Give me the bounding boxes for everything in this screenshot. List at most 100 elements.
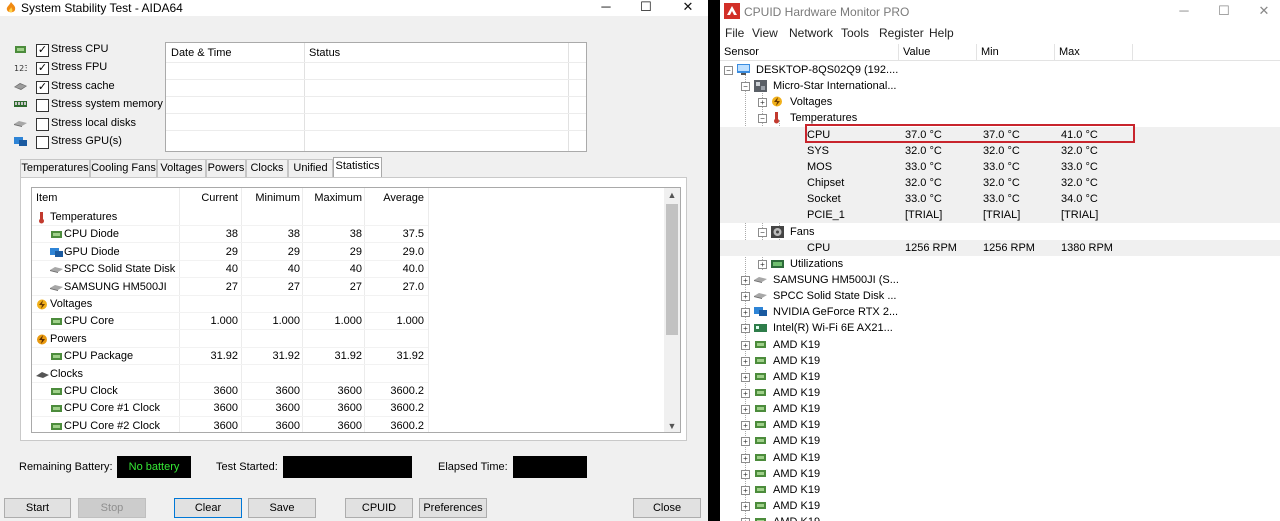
- sensor-tree-node[interactable]: +AMD K19: [720, 385, 1280, 401]
- statistics-row[interactable]: CPU Core 1.000 1.000 1.000 1.000: [32, 313, 428, 331]
- tab-unified[interactable]: Unified: [288, 159, 333, 177]
- menu-tools[interactable]: Tools: [841, 26, 869, 40]
- expand-icon[interactable]: +: [741, 372, 750, 382]
- sensor-tree-node[interactable]: +AMD K19: [720, 482, 1280, 498]
- sensor-tree-node[interactable]: +AMD K19: [720, 417, 1280, 433]
- expand-icon[interactable]: +: [741, 340, 750, 350]
- statistics-row[interactable]: SAMSUNG HM500JI 27 27 27 27.0: [32, 279, 428, 296]
- close-window-button[interactable]: ✕: [678, 0, 698, 16]
- sensor-tree-node[interactable]: + SPCC Solid State Disk ...: [720, 288, 1280, 304]
- cpuid-close-button[interactable]: ✕: [1254, 3, 1274, 19]
- sensor-reading-row[interactable]: Chipset 32.0 °C 32.0 °C 32.0 °C: [720, 175, 1280, 192]
- preferences-button[interactable]: Preferences: [419, 498, 487, 518]
- tab-clocks[interactable]: Clocks: [246, 159, 288, 177]
- sensor-reading-row[interactable]: MOS 33.0 °C 33.0 °C 33.0 °C: [720, 158, 1280, 175]
- item-column-header[interactable]: Item: [36, 192, 57, 204]
- sensor-reading-row[interactable]: Socket 33.0 °C 33.0 °C 34.0 °C: [720, 191, 1280, 208]
- status-header[interactable]: Status: [309, 47, 340, 59]
- close-button[interactable]: Close: [633, 498, 701, 518]
- sensor-tree-node[interactable]: +AMD K19: [720, 337, 1280, 353]
- expand-icon[interactable]: +: [741, 324, 750, 334]
- stop-button[interactable]: Stop: [78, 498, 146, 518]
- tab-temperatures[interactable]: Temperatures: [20, 159, 90, 177]
- statistics-row[interactable]: CPU Diode 38 38 38 37.5: [32, 226, 428, 244]
- collapse-icon[interactable]: −: [758, 114, 767, 124]
- sensor-reading-row[interactable]: CPU 1256 RPM 1256 RPM 1380 RPM: [720, 239, 1280, 256]
- maximum-column-header[interactable]: Maximum: [305, 192, 362, 204]
- collapse-icon[interactable]: −: [741, 82, 750, 92]
- scroll-down-arrow-icon[interactable]: ▼: [664, 421, 680, 431]
- expand-icon[interactable]: +: [741, 421, 750, 431]
- menu-register[interactable]: Register: [879, 26, 924, 40]
- collapse-icon[interactable]: −: [724, 66, 733, 75]
- statistics-group-row[interactable]: Powers: [32, 331, 428, 348]
- expand-icon[interactable]: +: [741, 405, 750, 415]
- expand-icon[interactable]: +: [758, 259, 767, 269]
- menu-view[interactable]: View: [752, 26, 778, 40]
- statistics-row[interactable]: CPU Package 31.92 31.92 31.92 31.92: [32, 348, 428, 366]
- statistics-group-row[interactable]: Voltages: [32, 296, 428, 313]
- sensor-tree-node[interactable]: +AMD K19: [720, 466, 1280, 482]
- sensor-tree-node[interactable]: +AMD K19: [720, 450, 1280, 466]
- statistics-group-row[interactable]: Clocks: [32, 366, 428, 383]
- sensor-tree-node[interactable]: − Fans: [720, 224, 1280, 240]
- save-button[interactable]: Save: [248, 498, 316, 518]
- sensor-tree-node[interactable]: +AMD K19: [720, 353, 1280, 369]
- tab-powers[interactable]: Powers: [206, 159, 246, 177]
- stress-checkbox[interactable]: [36, 99, 49, 112]
- clear-button[interactable]: Clear: [174, 498, 242, 518]
- expand-icon[interactable]: +: [741, 485, 750, 495]
- expand-icon[interactable]: +: [741, 292, 750, 302]
- expand-icon[interactable]: +: [741, 389, 750, 398]
- sensor-tree-node[interactable]: +AMD K19: [720, 401, 1280, 417]
- maximize-button[interactable]: ☐: [636, 0, 656, 16]
- stress-checkbox[interactable]: ✓: [36, 81, 49, 94]
- min-column-header[interactable]: Min: [977, 44, 1055, 61]
- cpuid-minimize-button[interactable]: ─: [1174, 3, 1194, 18]
- tab-cooling-fans[interactable]: Cooling Fans: [90, 159, 157, 177]
- minimum-column-header[interactable]: Minimum: [244, 192, 300, 204]
- tab-voltages[interactable]: Voltages: [157, 159, 206, 177]
- current-column-header[interactable]: Current: [182, 192, 238, 204]
- statistics-row[interactable]: CPU Core #2 Clock 3600 3600 3600 3600.2: [32, 418, 428, 432]
- stress-checkbox[interactable]: ✓: [36, 44, 49, 57]
- sensor-tree-node[interactable]: + Intel(R) Wi-Fi 6E AX21...: [720, 320, 1280, 336]
- scroll-thumb[interactable]: [666, 204, 678, 335]
- minimize-button[interactable]: ─: [596, 0, 616, 16]
- expand-icon[interactable]: +: [741, 275, 750, 285]
- expand-icon[interactable]: +: [741, 437, 750, 447]
- statistics-row[interactable]: SPCC Solid State Disk 40 40 40 40.0: [32, 261, 428, 279]
- stress-checkbox[interactable]: ✓: [36, 62, 49, 75]
- expand-icon[interactable]: +: [741, 453, 750, 463]
- expand-icon[interactable]: +: [741, 502, 750, 512]
- average-column-header[interactable]: Average: [366, 192, 424, 204]
- menu-help[interactable]: Help: [929, 26, 954, 40]
- max-column-header[interactable]: Max: [1055, 44, 1133, 61]
- sensor-column-header[interactable]: Sensor: [720, 44, 899, 61]
- sensor-reading-row[interactable]: SYS 32.0 °C 32.0 °C 32.0 °C: [720, 142, 1280, 159]
- sensor-tree-node[interactable]: +AMD K19: [720, 498, 1280, 514]
- cpuid-button[interactable]: CPUID: [345, 498, 413, 518]
- statistics-row[interactable]: CPU Clock 3600 3600 3600 3600.2: [32, 383, 428, 400]
- sensor-tree-node[interactable]: + NVIDIA GeForce RTX 2...: [720, 304, 1280, 320]
- cpuid-maximize-button[interactable]: ☐: [1214, 3, 1234, 19]
- scroll-up-arrow-icon[interactable]: ▲: [664, 190, 680, 200]
- expand-icon[interactable]: +: [758, 98, 767, 108]
- statistics-row[interactable]: CPU Core #1 Clock 3600 3600 3600 3600.2: [32, 400, 428, 418]
- sensor-reading-row[interactable]: PCIE_1 [TRIAL] [TRIAL] [TRIAL]: [720, 207, 1280, 224]
- statistics-row[interactable]: GPU Diode 29 29 29 29.0: [32, 244, 428, 261]
- statistics-group-row[interactable]: Temperatures: [32, 209, 428, 226]
- stress-checkbox[interactable]: [36, 118, 49, 131]
- menu-network[interactable]: Network: [789, 26, 833, 40]
- expand-icon[interactable]: +: [741, 308, 750, 318]
- sensor-tree-node[interactable]: − DESKTOP-8QS02Q9 (192....: [720, 62, 1280, 78]
- sensor-tree-node[interactable]: − Micro-Star International...: [720, 78, 1280, 94]
- expand-icon[interactable]: +: [741, 469, 750, 479]
- collapse-icon[interactable]: −: [758, 227, 767, 237]
- date-time-header[interactable]: Date & Time: [171, 47, 232, 59]
- tab-statistics[interactable]: Statistics: [333, 157, 382, 178]
- sensor-tree-node[interactable]: +AMD K19: [720, 369, 1280, 385]
- menu-file[interactable]: File: [725, 26, 744, 40]
- sensor-tree-node[interactable]: +AMD K19: [720, 514, 1280, 521]
- stress-checkbox[interactable]: [36, 136, 49, 149]
